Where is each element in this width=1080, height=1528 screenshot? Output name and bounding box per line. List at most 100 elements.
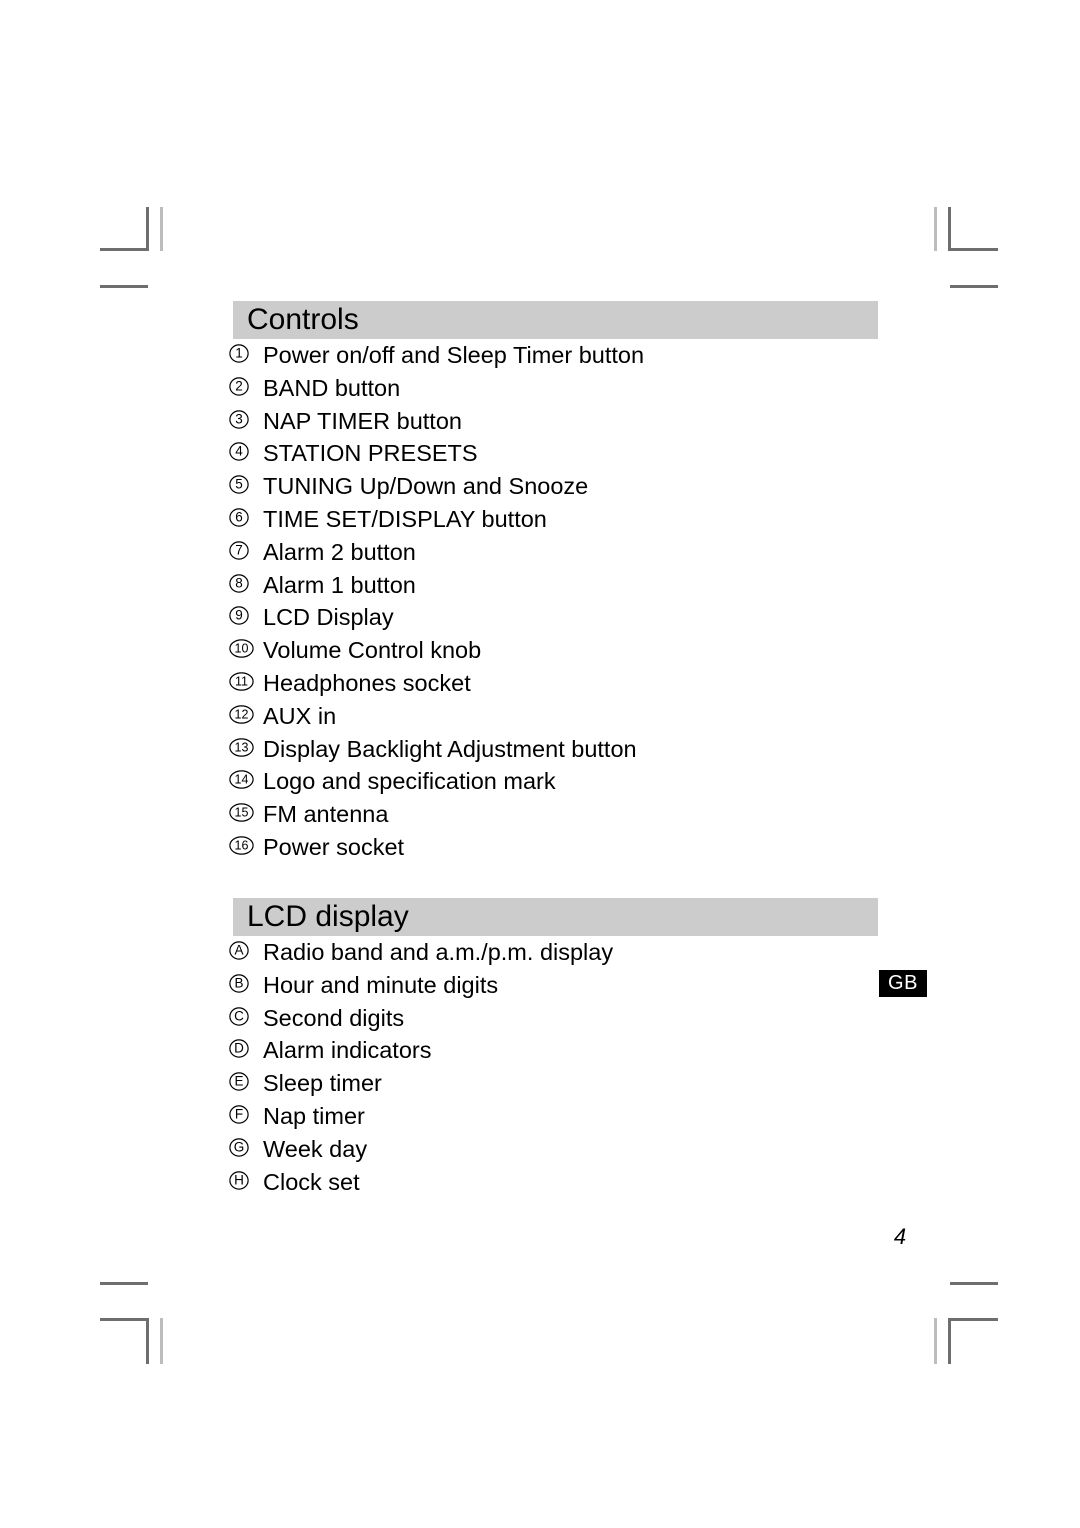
list-item: 3 NAP TIMER button (229, 407, 929, 440)
circled-number-icon: 9 (229, 603, 263, 626)
svg-text:13: 13 (235, 740, 249, 754)
list-item-label: Alarm 1 button (263, 571, 416, 598)
section-title: Controls (247, 303, 359, 336)
circled-letter-icon: A (229, 938, 263, 960)
list-item-label: STATION PRESETS (263, 440, 478, 467)
svg-text:10: 10 (235, 641, 249, 655)
list-item-label: Second digits (263, 1004, 405, 1031)
section-title: LCD display (247, 900, 409, 933)
circled-letter-icon: E (229, 1069, 263, 1091)
list-item: F Nap timer (229, 1102, 929, 1135)
list-item: 2 BAND button (229, 374, 929, 407)
list-item-label: AUX in (263, 702, 337, 729)
controls-list: 1 Power on/off and Sleep Timer button 2 BAN… (229, 341, 929, 866)
lcd-display-list: A Radio band and a.m./p.m. display B Hour a… (229, 938, 929, 1200)
circled-number-icon: 2 (229, 374, 263, 396)
svg-text:11: 11 (235, 674, 248, 688)
circled-letter-icon: D (229, 1036, 263, 1059)
circled-number-icon: 11 (229, 669, 263, 691)
list-item: 13 Display Backlight Adjustment button (229, 735, 929, 768)
list-item-label: Alarm 2 button (263, 538, 416, 565)
list-item-label: Sleep timer (263, 1070, 382, 1097)
svg-text:H: H (234, 1172, 244, 1187)
circled-number-icon: 6 (229, 505, 263, 527)
svg-text:8: 8 (235, 575, 243, 590)
circled-number-icon: 10 (229, 636, 263, 658)
svg-text:14: 14 (235, 773, 249, 787)
svg-text:A: A (234, 943, 243, 958)
svg-text:2: 2 (235, 378, 243, 393)
svg-text:C: C (234, 1008, 244, 1023)
list-item: 16 Power socket (229, 833, 929, 866)
circled-letter-icon: H (229, 1168, 263, 1190)
circled-number-icon: 3 (229, 407, 263, 429)
circled-number-icon: 12 (229, 702, 263, 724)
svg-text:12: 12 (235, 707, 249, 721)
svg-text:D: D (234, 1041, 244, 1056)
list-item-label: Hour and minute digits (263, 971, 499, 998)
svg-text:B: B (234, 975, 243, 990)
circled-number-icon: 8 (229, 571, 263, 593)
list-item-label: Nap timer (263, 1102, 365, 1129)
svg-text:5: 5 (235, 477, 243, 492)
list-item: C Second digits (229, 1004, 929, 1037)
list-item: 1 Power on/off and Sleep Timer button (229, 341, 929, 374)
manual-page: Controls 1 Power on/off and Sleep Timer b… (0, 0, 1080, 1528)
list-item-label: TUNING Up/Down and Snooze (263, 473, 589, 500)
list-item-label: Power on/off and Sleep Timer button (263, 342, 645, 368)
svg-text:G: G (234, 1139, 245, 1154)
svg-text:1: 1 (235, 346, 243, 361)
svg-text:4: 4 (235, 444, 243, 459)
circled-number-icon: 1 (229, 341, 263, 363)
svg-text:E: E (234, 1074, 243, 1089)
svg-text:3: 3 (235, 411, 243, 426)
list-item: 5 TUNING Up/Down and Snooze (229, 472, 929, 505)
list-item: G Week day (229, 1135, 929, 1168)
list-item-label: Logo and specification mark (263, 768, 556, 795)
list-item: 10 Volume Control knob (229, 636, 929, 669)
circled-number-icon: 5 (229, 472, 263, 494)
list-item-label: NAP TIMER button (263, 407, 462, 434)
circled-number-icon: 7 (229, 538, 263, 560)
list-item: 9 LCD Display (229, 603, 929, 636)
list-item-label: Power socket (263, 833, 405, 860)
list-item-label: FM antenna (263, 801, 389, 828)
circled-number-icon: 16 (229, 833, 263, 855)
list-item: 15 FM antenna (229, 800, 929, 833)
list-item: 14 Logo and specification mark (229, 767, 929, 800)
list-item-label: Alarm indicators (263, 1037, 432, 1064)
list-item-label: Radio band and a.m./p.m. display (263, 939, 614, 965)
list-item: E Sleep timer (229, 1069, 929, 1102)
list-item: 6 TIME SET/DISPLAY button (229, 505, 929, 538)
circled-letter-icon: G (229, 1135, 263, 1157)
list-item: 7 Alarm 2 button (229, 538, 929, 571)
language-badge: GB (879, 970, 927, 997)
svg-text:9: 9 (235, 608, 243, 623)
list-item: A Radio band and a.m./p.m. display (229, 938, 929, 971)
svg-text:7: 7 (235, 542, 243, 557)
svg-text:6: 6 (235, 510, 243, 525)
list-item-label: Headphones socket (263, 669, 471, 696)
list-item: 12 AUX in (229, 702, 929, 735)
section-header-lcd-display: LCD display (233, 898, 878, 936)
circled-number-icon: 13 (229, 735, 263, 757)
list-item-label: Week day (263, 1135, 368, 1162)
list-item: 11 Headphones socket (229, 669, 929, 702)
list-item-label: TIME SET/DISPLAY button (263, 505, 547, 532)
svg-text:F: F (235, 1107, 243, 1122)
page-number: 4 (893, 1224, 907, 1249)
svg-text:15: 15 (235, 805, 249, 819)
list-item-label: Display Backlight Adjustment button (263, 735, 637, 762)
list-item-label: BAND button (263, 374, 401, 401)
list-item: 8 Alarm 1 button (229, 571, 929, 604)
section-header-controls: Controls (233, 301, 878, 339)
circled-letter-icon: C (229, 1004, 263, 1026)
list-item-label: Volume Control knob (263, 637, 482, 664)
list-item: 4 STATION PRESETS (229, 439, 929, 472)
circled-number-icon: 4 (229, 439, 263, 462)
list-item-label: LCD Display (263, 604, 394, 631)
circled-letter-icon: F (229, 1102, 263, 1124)
svg-text:16: 16 (235, 838, 249, 852)
circled-number-icon: 14 (229, 767, 263, 790)
list-item: H Clock set (229, 1168, 929, 1201)
